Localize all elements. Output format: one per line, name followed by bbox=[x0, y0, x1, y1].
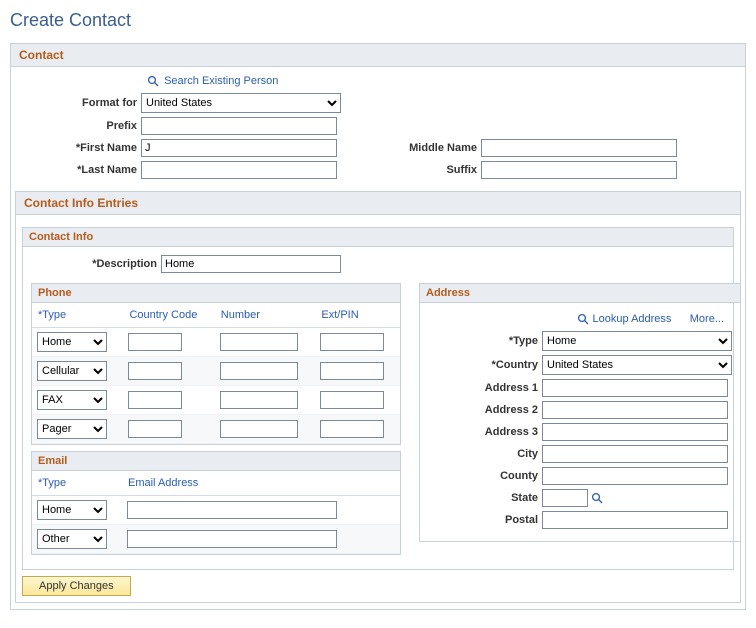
phone-col-number[interactable]: Number bbox=[215, 303, 316, 328]
contact-info-subsection: Contact Info *Description Phone bbox=[22, 227, 734, 570]
middle-name-input[interactable] bbox=[481, 139, 677, 157]
first-name-input[interactable] bbox=[141, 139, 337, 157]
addr-type-select[interactable]: Home bbox=[542, 331, 732, 351]
county-label: County bbox=[420, 470, 542, 482]
phone-number-input[interactable] bbox=[220, 391, 298, 409]
suffix-input[interactable] bbox=[481, 161, 677, 179]
phone-row: Pager bbox=[32, 415, 400, 444]
middle-name-label: Middle Name bbox=[377, 142, 481, 154]
email-subsection: Email *Type Email Address bbox=[31, 451, 401, 555]
page-title: Create Contact bbox=[10, 10, 746, 31]
phone-number-input[interactable] bbox=[220, 333, 298, 351]
contact-info-entries-header: Contact Info Entries bbox=[16, 192, 740, 215]
phone-col-type[interactable]: *Type bbox=[32, 303, 123, 328]
email-type-select[interactable]: Other bbox=[37, 529, 107, 549]
county-input[interactable] bbox=[542, 467, 728, 485]
city-label: City bbox=[420, 448, 542, 460]
prefix-label: Prefix bbox=[21, 120, 141, 132]
more-link[interactable]: More... bbox=[690, 313, 724, 325]
phone-col-extpin[interactable]: Ext/PIN bbox=[315, 303, 400, 328]
phone-ext-input[interactable] bbox=[320, 420, 384, 438]
phone-type-select[interactable]: Pager bbox=[37, 419, 107, 439]
phone-ext-input[interactable] bbox=[320, 333, 384, 351]
description-label: *Description bbox=[31, 258, 161, 270]
suffix-label: Suffix bbox=[377, 164, 481, 176]
phone-table: *Type Country Code Number Ext/PIN bbox=[32, 303, 400, 444]
email-row: Home bbox=[32, 496, 400, 525]
phone-row: Cellular bbox=[32, 357, 400, 386]
postal-label: Postal bbox=[420, 514, 542, 526]
phone-type-select[interactable]: Cellular bbox=[37, 361, 107, 381]
addr1-input[interactable] bbox=[542, 379, 728, 397]
email-address-input[interactable] bbox=[127, 530, 337, 548]
addr2-label: Address 2 bbox=[420, 404, 542, 416]
email-header: Email bbox=[32, 452, 400, 471]
lookup-address-link[interactable]: Lookup Address bbox=[593, 313, 672, 325]
search-icon bbox=[577, 313, 589, 325]
prefix-input[interactable] bbox=[141, 117, 337, 135]
contact-info-entries-section: Contact Info Entries Contact Info *Descr… bbox=[15, 191, 741, 603]
state-input[interactable] bbox=[542, 489, 588, 507]
first-name-label: *First Name bbox=[21, 142, 141, 154]
phone-col-countrycode[interactable]: Country Code bbox=[123, 303, 214, 328]
email-col-address[interactable]: Email Address bbox=[122, 471, 400, 496]
phone-header: Phone bbox=[32, 284, 400, 303]
format-for-select[interactable]: United States bbox=[141, 93, 341, 113]
search-icon bbox=[147, 75, 159, 87]
email-address-input[interactable] bbox=[127, 501, 337, 519]
addr3-input[interactable] bbox=[542, 423, 728, 441]
addr3-label: Address 3 bbox=[420, 426, 542, 438]
addr1-label: Address 1 bbox=[420, 382, 542, 394]
phone-row: FAX bbox=[32, 386, 400, 415]
phone-cc-input[interactable] bbox=[128, 391, 182, 409]
phone-type-select[interactable]: FAX bbox=[37, 390, 107, 410]
email-col-type[interactable]: *Type bbox=[32, 471, 122, 496]
description-input[interactable] bbox=[161, 255, 341, 273]
city-input[interactable] bbox=[542, 445, 728, 463]
search-existing-person-link[interactable]: Search Existing Person bbox=[164, 75, 278, 87]
lookup-icon[interactable] bbox=[591, 492, 603, 504]
phone-number-input[interactable] bbox=[220, 420, 298, 438]
email-row: Other bbox=[32, 525, 400, 554]
contact-section-header: Contact bbox=[11, 44, 745, 67]
contact-info-header: Contact Info bbox=[23, 228, 733, 247]
apply-changes-button[interactable]: Apply Changes bbox=[22, 576, 131, 596]
phone-ext-input[interactable] bbox=[320, 362, 384, 380]
addr-country-label: *Country bbox=[420, 359, 542, 371]
phone-cc-input[interactable] bbox=[128, 333, 182, 351]
phone-ext-input[interactable] bbox=[320, 391, 384, 409]
phone-type-select[interactable]: Home bbox=[37, 332, 107, 352]
phone-cc-input[interactable] bbox=[128, 362, 182, 380]
format-for-label: Format for bbox=[21, 97, 141, 109]
state-label: State bbox=[420, 492, 542, 504]
last-name-input[interactable] bbox=[141, 161, 337, 179]
email-table: *Type Email Address Home bbox=[32, 471, 400, 554]
email-type-select[interactable]: Home bbox=[37, 500, 107, 520]
address-header: Address bbox=[420, 284, 740, 303]
postal-input[interactable] bbox=[542, 511, 728, 529]
contact-section: Contact Search Existing Person Format fo… bbox=[10, 43, 746, 610]
phone-cc-input[interactable] bbox=[128, 420, 182, 438]
address-subsection: Address Lookup Address More... bbox=[419, 283, 741, 542]
addr-type-label: *Type bbox=[420, 335, 542, 347]
last-name-label: *Last Name bbox=[21, 164, 141, 176]
phone-number-input[interactable] bbox=[220, 362, 298, 380]
addr-country-select[interactable]: United States bbox=[542, 355, 732, 375]
phone-row: Home bbox=[32, 328, 400, 357]
addr2-input[interactable] bbox=[542, 401, 728, 419]
phone-subsection: Phone *Type Country Code Number Ext/PIN bbox=[31, 283, 401, 445]
